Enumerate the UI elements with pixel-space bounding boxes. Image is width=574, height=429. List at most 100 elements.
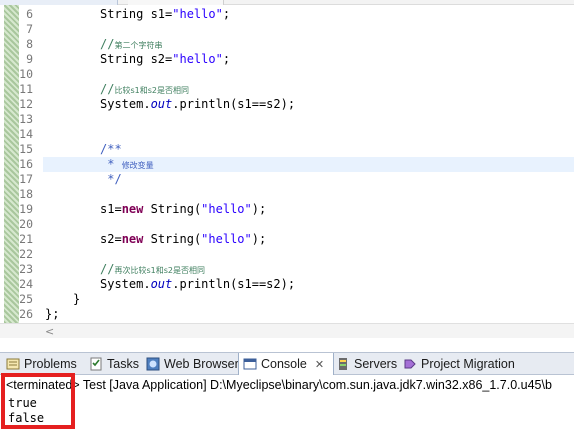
code-text: }	[73, 292, 80, 307]
line-number: 16	[19, 157, 33, 171]
code-line[interactable]	[0, 217, 574, 232]
tasks-icon	[89, 357, 103, 371]
line-number: 24	[19, 277, 33, 291]
code-token: 修改变量	[121, 161, 154, 170]
code-text: * 修改变量	[100, 157, 154, 173]
line-number: 12	[19, 97, 33, 111]
code-token: s1=	[100, 202, 122, 216]
web-browser-icon	[146, 357, 160, 371]
code-text: s1=new String("hello");	[100, 202, 266, 217]
code-text: String s2="hello";	[100, 52, 230, 67]
code-token: new	[121, 232, 144, 246]
bottom-view-tabs: Problems Tasks Web Browser Console ✕ Servers P…	[0, 352, 574, 375]
project-migration-icon	[403, 357, 417, 371]
tab-problems[interactable]: Problems	[6, 353, 86, 375]
tab-console[interactable]: Console ✕	[238, 353, 334, 375]
tab-tasks[interactable]: Tasks	[89, 353, 143, 375]
horizontal-scrollbar[interactable]: <	[0, 323, 574, 338]
red-highlight-box	[1, 373, 75, 429]
line-number: 8	[26, 37, 33, 51]
line-number: 21	[19, 232, 33, 246]
code-text: //再次比较s1和s2是否相同	[100, 262, 205, 278]
code-token: "hello"	[201, 202, 252, 216]
code-token: ;	[222, 52, 231, 66]
code-token: "hello"	[172, 52, 223, 66]
code-token: s2=	[100, 232, 122, 246]
code-token: ;	[222, 7, 231, 21]
code-token: .println(s1==s2);	[172, 277, 296, 291]
code-token: //	[100, 262, 115, 276]
problems-icon	[6, 357, 20, 371]
tab-label: Console	[261, 357, 307, 371]
code-token: String s2=	[100, 52, 173, 66]
code-token: .println(s1==s2);	[172, 97, 296, 111]
code-text: };	[45, 307, 59, 322]
code-line[interactable]	[0, 202, 574, 217]
code-token: System.	[100, 97, 151, 111]
line-number: 9	[26, 52, 33, 66]
code-token: );	[251, 232, 267, 246]
code-line[interactable]	[0, 307, 574, 322]
code-line[interactable]	[0, 37, 574, 52]
code-text: //比较s1和s2是否相同	[100, 82, 189, 98]
line-number: 19	[19, 202, 33, 216]
line-number: 10	[19, 67, 33, 81]
code-line[interactable]	[0, 7, 574, 22]
console-output[interactable]: true false	[0, 394, 574, 429]
line-number: 13	[19, 112, 33, 126]
code-line[interactable]	[0, 247, 574, 262]
code-line[interactable]	[0, 112, 574, 127]
code-text: */	[100, 172, 121, 187]
tab-label: Problems	[24, 357, 77, 371]
code-line[interactable]	[0, 22, 574, 37]
console-icon	[243, 357, 257, 371]
code-line[interactable]	[0, 67, 574, 82]
line-number: 26	[19, 307, 33, 321]
code-line[interactable]	[0, 232, 574, 247]
code-text: String s1="hello";	[100, 7, 230, 22]
code-line[interactable]	[0, 262, 574, 277]
tab-servers[interactable]: Servers	[336, 353, 400, 375]
line-number: 14	[19, 127, 33, 141]
code-editor[interactable]: 6 String s1="hello"; 7 8//第二个字符串 9 String s2=…	[0, 5, 574, 323]
code-token: //	[100, 82, 115, 96]
console-launch-label: <terminated> Test [Java Application] D:\…	[6, 378, 552, 392]
code-token: *	[100, 157, 122, 171]
line-number: 6	[26, 7, 33, 21]
code-line[interactable]	[0, 82, 574, 97]
line-number: 15	[19, 142, 33, 156]
tab-project-migration[interactable]: Project Migration	[403, 353, 523, 375]
code-line[interactable]	[0, 172, 574, 187]
code-token: 第二个字符串	[114, 41, 163, 50]
tab-web-browser[interactable]: Web Browser	[146, 353, 239, 375]
code-token: }	[73, 292, 81, 306]
console-header: <terminated> Test [Java Application] D:\…	[0, 376, 574, 394]
code-token: String s1=	[100, 7, 173, 21]
line-number: 20	[19, 217, 33, 231]
line-number: 17	[19, 172, 33, 186]
code-line[interactable]	[0, 52, 574, 67]
code-text: /**	[100, 142, 122, 157]
code-token: String(	[143, 202, 202, 216]
line-number: 18	[19, 187, 33, 201]
code-text: System.out.println(s1==s2);	[100, 97, 295, 112]
code-line[interactable]	[0, 142, 574, 157]
code-line[interactable]	[0, 292, 574, 307]
code-token: String(	[143, 232, 202, 246]
code-token: 再次比较s1和s2是否相同	[114, 266, 205, 275]
code-text: //第二个字符串	[100, 37, 162, 53]
tab-label: Web Browser	[164, 357, 239, 371]
code-token: "hello"	[201, 232, 252, 246]
code-text: System.out.println(s1==s2);	[100, 277, 295, 292]
close-icon[interactable]: ✕	[315, 358, 324, 371]
code-token: //	[100, 37, 115, 51]
tab-label: Project Migration	[421, 357, 515, 371]
code-line[interactable]	[0, 127, 574, 142]
code-token: 比较s1和s2是否相同	[114, 86, 189, 95]
scroll-left-icon[interactable]: <	[45, 325, 54, 338]
code-line[interactable]	[0, 187, 574, 202]
line-number: 25	[19, 292, 33, 306]
code-token: /**	[100, 142, 122, 156]
code-token: );	[251, 202, 267, 216]
code-token: "hello"	[172, 7, 223, 21]
